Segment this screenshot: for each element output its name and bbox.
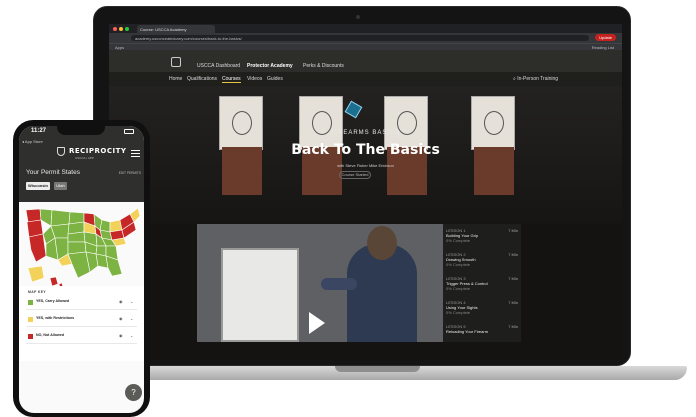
app-brand-title: RECIPROCITY [69,147,127,155]
chevron-down-icon[interactable]: ⌄ [130,333,133,338]
video-player[interactable] [197,224,443,342]
browser-toolbar: academy.usconcealedcarry.com/courses/bac… [109,33,622,43]
subnav-videos[interactable]: Videos [247,76,262,82]
subnav-courses[interactable]: Courses [222,76,241,83]
permit-states-title: Your Permit States [26,169,80,176]
us-reciprocity-map[interactable] [22,204,141,292]
app-brand-subtitle: USCCA • APP [75,156,94,160]
laptop-camera [356,15,360,19]
url-text: academy.usconcealedcarry.com/courses/bac… [135,36,242,41]
eye-icon[interactable]: ◉ [119,333,123,338]
maximize-window-button[interactable] [125,27,129,31]
reciprocity-logo-icon [57,147,65,156]
url-bar[interactable]: academy.usconcealedcarry.com/courses/bac… [131,35,589,41]
allowed-swatch [28,300,33,305]
browser-tab[interactable]: Course: USCCA Academy [137,25,215,33]
state-chip-wisconsin[interactable]: Wisconsin [26,182,50,190]
lesson-status: 0% Complete [446,310,471,315]
window-controls [113,27,129,31]
course-instructors: with Steve Fisher Mike Erickson [337,163,394,168]
browser-tab-title: Course: USCCA Academy [140,27,187,32]
lesson-status: 0% Complete [446,286,471,291]
nav-perks-discounts[interactable]: Perks & Discounts [301,62,346,70]
instructor-arm-image [321,278,357,290]
bookmarks-bar: Apps Reading List [109,43,622,50]
in-person-training-link[interactable]: ⌕ In-Person Training [513,76,558,82]
in-person-training-label: In-Person Training [517,76,559,82]
eye-icon[interactable]: ◉ [119,316,123,321]
minimize-window-button[interactable] [119,27,123,31]
chevron-down-icon[interactable]: ⌄ [130,299,133,304]
phone-notch [57,126,105,135]
battery-icon [124,129,134,134]
browser-tab-bar: Course: USCCA Academy [109,24,622,33]
course-category: FIREARMS BASICS [330,130,401,136]
back-to-app-store-link[interactable]: ◂ App Store [22,139,43,144]
legend-label: YES, Carry Allowed [36,299,70,303]
legend-label: YES, with Restrictions [36,316,75,320]
laptop-screen: Course: USCCA Academy academy.usconceale… [109,24,622,360]
state-chip-utah[interactable]: Utah [54,182,67,190]
lesson-duration: 7 Min [508,324,518,329]
laptop-notch [335,366,420,372]
nav-uscca-dashboard[interactable]: USCCA Dashboard [195,62,242,70]
legend-row-not-allowed[interactable]: NO, Not Allowed ◉ ⌄ [26,330,137,344]
close-window-button[interactable] [113,27,117,31]
lesson-duration: 7 Min [508,300,518,305]
course-status-badge: Course Started [339,171,371,179]
instructor-head-image [367,226,397,260]
eye-icon[interactable]: ◉ [119,299,123,304]
hamburger-menu-icon[interactable] [131,150,140,157]
legend-label: NO, Not Allowed [36,333,65,337]
lesson-item[interactable]: LESSON 5 Reloading Your Firearm 7 Min [446,324,518,348]
lesson-title: Reloading Your Firearm [446,329,489,334]
top-navigation: USCCA Dashboard Protector Academy Perks … [109,62,622,71]
not-allowed-swatch [28,334,33,339]
subnav-guides[interactable]: Guides [267,76,283,82]
lesson-status: 0% Complete [446,238,471,243]
lesson-item[interactable]: LESSON 2 Drawing Smooth 7 Min 0% Complet… [446,252,518,276]
play-icon[interactable] [309,312,325,334]
legend-row-restrictions[interactable]: YES, with Restrictions ◉ ⌄ [26,313,137,327]
lesson-status: 0% Complete [446,262,471,267]
status-time: 11:27 [31,128,47,134]
lesson-item[interactable]: LESSON 3 Trigger Press & Control 7 Min 0… [446,276,518,300]
phone-screen: 11:27 ◂ App Store RECIPROCITY USCCA • AP… [19,126,144,413]
legend-row-carry-allowed[interactable]: YES, Carry Allowed ◉ ⌄ [26,296,137,310]
target-board-image [221,248,299,342]
map-key-title: MAP KEY [28,290,46,294]
subnav-qualifications[interactable]: Qualifications [187,76,217,82]
subnav-home[interactable]: Home [169,76,182,82]
lesson-duration: 7 Min [508,228,518,233]
lesson-item[interactable]: LESSON 4 Using Your Sights 7 Min 0% Comp… [446,300,518,324]
lesson-item[interactable]: LESSON 1 Building Your Grip 7 Min 0% Com… [446,228,518,252]
chevron-down-icon[interactable]: ⌄ [130,316,133,321]
edit-permits-button[interactable]: EDIT PERMITS [119,171,141,175]
nav-protector-academy[interactable]: Protector Academy [245,62,295,70]
sub-navigation: Home Qualifications Courses Videos Guide… [109,72,622,86]
lesson-duration: 7 Min [508,252,518,257]
browser-update-button[interactable]: Update [595,34,616,41]
lesson-duration: 7 Min [508,276,518,281]
restricted-swatch [28,317,33,322]
course-title: Back To The Basics [291,142,440,158]
lesson-list: LESSON 1 Building Your Grip 7 Min 0% Com… [443,224,521,342]
help-button[interactable]: ? [125,384,142,401]
